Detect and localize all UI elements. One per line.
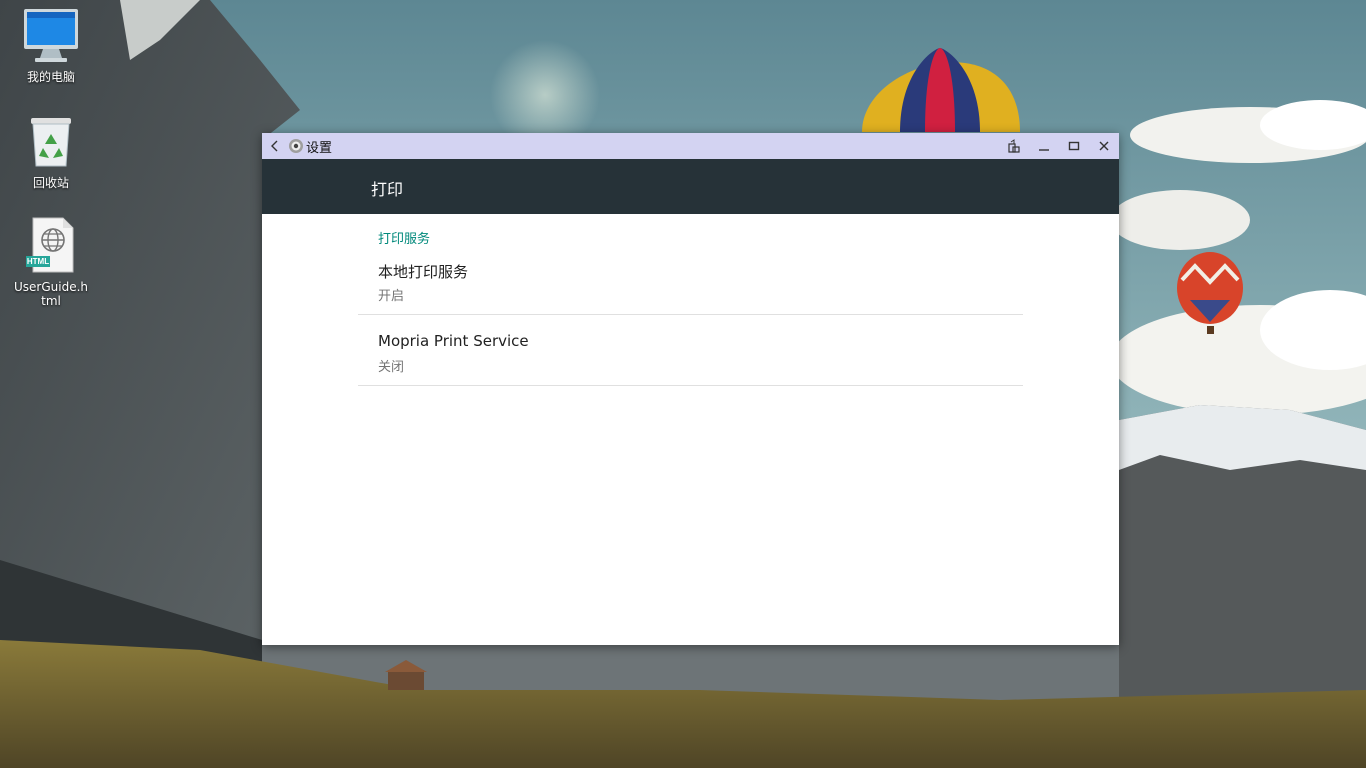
desktop-icon-label: 我的电脑 (26, 70, 75, 84)
pref-summary: 开启 (378, 289, 405, 304)
chevron-left-icon (271, 140, 278, 152)
desktop-icon-my-computer[interactable]: 我的电脑 (6, 6, 96, 84)
page-title: 打印 (371, 180, 404, 199)
pref-summary: 关闭 (378, 360, 405, 375)
window-title: 设置 (306, 140, 333, 156)
desktop-icon-label: UserGuide.html (13, 280, 88, 308)
settings-gear-icon (289, 139, 303, 153)
window-titlebar[interactable]: 设置 (262, 133, 1119, 159)
pref-item-local-print-service[interactable]: 本地打印服务 开启 (358, 244, 1023, 315)
rotate-button[interactable] (999, 133, 1029, 159)
computer-icon (21, 6, 81, 66)
maximize-icon (1068, 141, 1080, 151)
close-button[interactable] (1089, 133, 1119, 159)
html-file-icon: HTML (21, 216, 81, 276)
pref-item-mopria-print-service[interactable]: Mopria Print Service 关闭 (358, 315, 1023, 386)
window-controls (999, 133, 1119, 159)
rotate-icon (1008, 139, 1020, 153)
close-icon (1099, 141, 1109, 151)
app-bar: 打印 (262, 159, 1119, 214)
minimize-icon (1039, 149, 1049, 151)
pref-title: Mopria Print Service (378, 332, 529, 350)
settings-content: 打印服务 本地打印服务 开启 Mopria Print Service 关闭 (262, 214, 1119, 645)
maximize-button[interactable] (1059, 133, 1089, 159)
desktop-icon-userguide[interactable]: HTML UserGuide.html (6, 216, 96, 308)
desktop-icon-label: 回收站 (32, 176, 69, 190)
html-badge: HTML (26, 257, 50, 266)
back-button[interactable] (264, 133, 286, 159)
settings-window: 设置 打印 打印服务 本地打印服务 开启 Mopria Print Servic… (262, 133, 1119, 645)
pref-title: 本地打印服务 (378, 263, 469, 281)
desktop-icon-recycle-bin[interactable]: 回收站 (6, 112, 96, 190)
minimize-button[interactable] (1029, 133, 1059, 159)
recycle-bin-icon (21, 112, 81, 172)
